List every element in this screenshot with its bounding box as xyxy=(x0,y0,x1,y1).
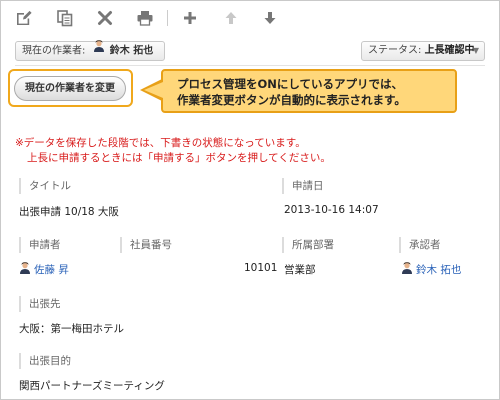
status-value: 上長確認中 xyxy=(424,45,475,56)
field-value-purpose: 関西パートナーズミーティング xyxy=(19,380,165,392)
toolbar xyxy=(1,1,499,35)
user-avatar-icon xyxy=(401,261,413,277)
add-icon[interactable] xyxy=(181,9,199,27)
field-label-employee-no: 社員番号 xyxy=(120,237,172,253)
status-label: ステータス: xyxy=(368,45,422,56)
approver-link[interactable]: 鈴木 拓也 xyxy=(416,264,461,276)
field-label-department: 所属部署 xyxy=(282,237,334,253)
field-label-applicant: 申請者 xyxy=(19,237,61,253)
status-dropdown[interactable]: ステータス: 上長確認中 ▼ xyxy=(361,41,485,61)
field-value-department: 営業部 xyxy=(284,264,316,276)
field-label-purpose: 出張目的 xyxy=(19,353,71,369)
edit-icon[interactable] xyxy=(15,9,33,27)
print-icon[interactable] xyxy=(136,9,154,27)
current-assignee-label: 現在の作業者: xyxy=(22,45,86,57)
up-arrow-icon[interactable] xyxy=(222,9,240,27)
field-label-approver: 承認者 xyxy=(399,237,441,253)
draft-notice-line-1: ※データを保存した段階では、下書きの状態になっています。 xyxy=(15,137,306,149)
change-assignee-button[interactable]: 現在の作業者を変更 xyxy=(14,76,126,101)
field-value-applicant[interactable]: 佐藤 昇 xyxy=(19,261,69,277)
field-value-employee-no: 10101 xyxy=(244,262,278,274)
callout-line-1: プロセス管理をONにしているアプリでは、 xyxy=(177,77,404,91)
callout-box: プロセス管理をONにしているアプリでは、 作業者変更ボタンが自動的に表示されます… xyxy=(161,69,457,113)
callout-pointer-fill xyxy=(144,82,163,98)
field-value-approver[interactable]: 鈴木 拓也 xyxy=(401,261,461,277)
divider xyxy=(15,65,485,66)
copy-icon[interactable] xyxy=(56,9,74,27)
toolbar-separator xyxy=(167,10,168,26)
chevron-down-icon: ▼ xyxy=(472,46,479,55)
user-avatar-icon xyxy=(93,40,105,59)
field-label-destination: 出張先 xyxy=(19,296,61,312)
field-value-date: 2013-10-16 14:07 xyxy=(284,204,379,216)
field-label-title: タイトル xyxy=(19,178,71,194)
field-label-date: 申請日 xyxy=(282,178,324,194)
field-value-title: 出張申請 10/18 大阪 xyxy=(19,206,119,218)
record-detail-frame: 現在の作業者: 鈴木 拓也 ステータス: 上長確認中 ▼ 現在の作業者を変更 プ… xyxy=(0,0,500,400)
applicant-link[interactable]: 佐藤 昇 xyxy=(34,264,69,276)
draft-notice: ※データを保存した段階では、下書きの状態になっています。 上長に申請するときには… xyxy=(15,136,331,166)
callout-line-2: 作業者変更ボタンが自動的に表示されます。 xyxy=(177,93,406,107)
current-assignee-name: 鈴木 拓也 xyxy=(109,45,154,57)
draft-notice-line-2: 上長に申請するときには「申請する」ボタンを押してください。 xyxy=(27,152,331,164)
field-value-destination: 大阪：第一梅田ホテル xyxy=(19,323,124,335)
user-avatar-icon xyxy=(19,261,31,277)
down-arrow-icon[interactable] xyxy=(261,9,279,27)
delete-icon[interactable] xyxy=(96,9,114,27)
current-assignee: 現在の作業者: 鈴木 拓也 xyxy=(15,40,165,61)
